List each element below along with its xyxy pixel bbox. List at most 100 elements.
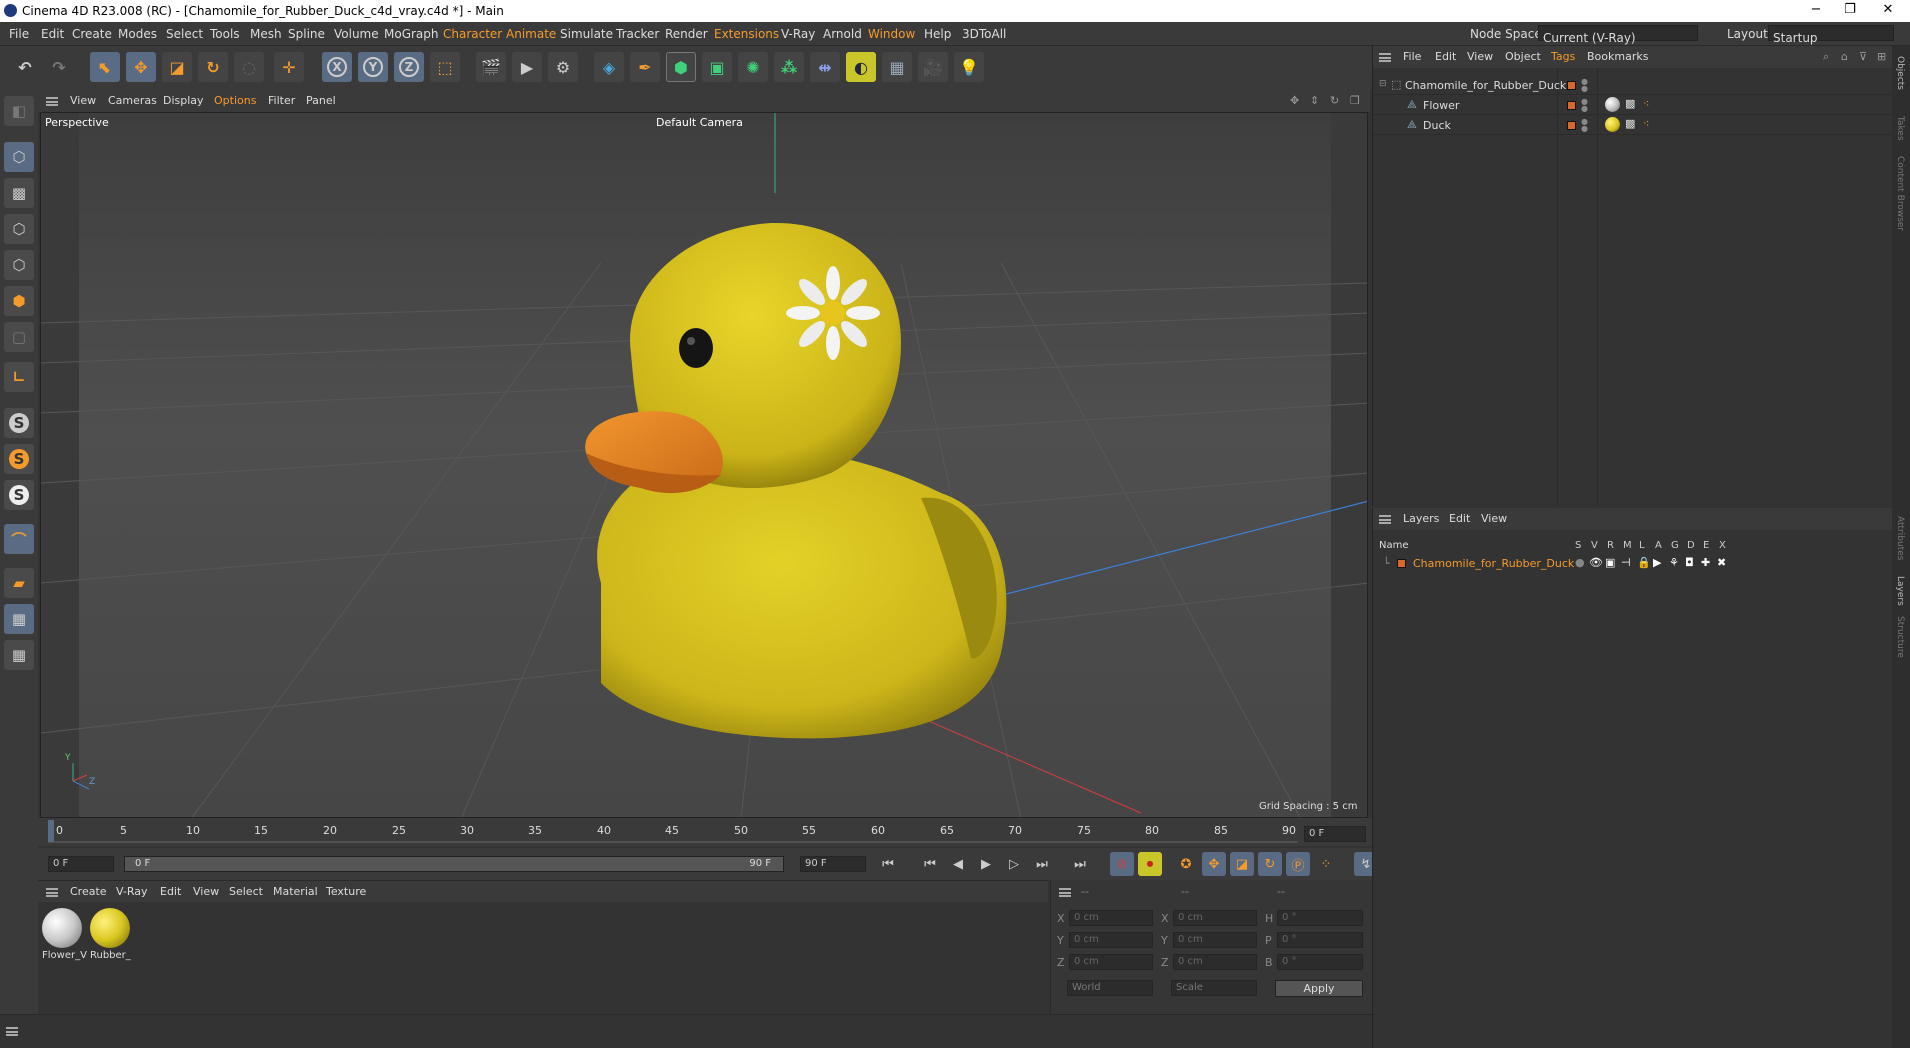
uv-mode-button[interactable]: ▢: [4, 322, 34, 352]
polygons-mode-button[interactable]: ⬢: [4, 286, 34, 316]
menu-extensions[interactable]: Extensions: [714, 27, 779, 41]
close-button[interactable]: ✕: [1880, 2, 1896, 18]
object-name[interactable]: Flower: [1423, 99, 1459, 112]
new-window-icon[interactable]: ⊞: [1877, 50, 1886, 63]
size-mode-dropdown[interactable]: Scale: [1171, 980, 1257, 996]
layers-menu-edit[interactable]: Edit: [1449, 512, 1470, 525]
menu-mesh[interactable]: Mesh: [250, 27, 282, 41]
texture-tag-icon[interactable]: ▩: [1625, 97, 1635, 110]
deformer-button[interactable]: ⇹: [810, 52, 840, 82]
tab-objects[interactable]: Objects: [1895, 56, 1905, 90]
points-mode-button[interactable]: ⬡: [4, 214, 34, 244]
material-item[interactable]: Flower_V: [42, 908, 87, 962]
frame-range-slider[interactable]: 0 F 90 F: [124, 856, 784, 872]
pen-tool-button[interactable]: ✒: [630, 52, 660, 82]
viewport-maximize-icon[interactable]: ❐: [1350, 94, 1360, 107]
camera-button[interactable]: 🎥: [918, 52, 948, 82]
visibility-dots-icon[interactable]: ● ●: [1581, 78, 1588, 93]
coordinate-system-dropdown[interactable]: World: [1067, 980, 1153, 996]
texture-tag-icon[interactable]: ▩: [1625, 117, 1635, 130]
menu-create[interactable]: Create: [72, 27, 112, 41]
workplane-button[interactable]: ▰: [4, 568, 34, 598]
visibility-dots-icon[interactable]: ● ●: [1581, 118, 1588, 133]
subdivision-button[interactable]: ⬢: [666, 52, 696, 82]
position-z-field[interactable]: 0 cm: [1069, 954, 1153, 970]
key-parameter-button[interactable]: Ⓟ: [1286, 852, 1310, 876]
restore-button[interactable]: ❐: [1842, 2, 1858, 18]
cube-object-button[interactable]: ◈: [594, 52, 624, 82]
layer-hamburger-icon[interactable]: [1379, 515, 1391, 524]
tab-structure[interactable]: Structure: [1895, 616, 1905, 658]
menu-modes[interactable]: Modes: [118, 27, 157, 41]
magnet-button[interactable]: ⌒: [4, 524, 34, 554]
menu-arnold[interactable]: Arnold: [823, 27, 862, 41]
size-y-field[interactable]: 0 cm: [1173, 932, 1257, 948]
object-row[interactable]: ⟁ Duck ● ● ▩ ⁖: [1373, 116, 1893, 135]
move-tool-button[interactable]: ✥: [126, 52, 156, 82]
cloner-button[interactable]: ✺: [738, 52, 768, 82]
layer-deformer-icon[interactable]: ◘: [1685, 556, 1694, 569]
object-name[interactable]: Duck: [1423, 119, 1451, 132]
keyframe-selection-button[interactable]: ✪: [1174, 852, 1198, 876]
viewport-menu-cameras[interactable]: Cameras: [108, 94, 157, 107]
objects-menu-tags[interactable]: Tags: [1551, 50, 1575, 63]
undo-button[interactable]: ↶: [10, 52, 40, 82]
menu-mograph[interactable]: MoGraph: [384, 27, 439, 41]
edges-mode-button[interactable]: ⬡: [4, 250, 34, 280]
material-item[interactable]: Rubber_: [90, 908, 134, 962]
extrude-button[interactable]: ▣: [702, 52, 732, 82]
start-frame-field[interactable]: 0 F: [48, 856, 114, 872]
vray-tag-icon[interactable]: ⁖: [1643, 97, 1649, 110]
x-axis-lock-button[interactable]: X: [322, 52, 352, 82]
menu-tracker[interactable]: Tracker: [616, 27, 659, 41]
menu-select[interactable]: Select: [166, 27, 203, 41]
axis-mode-button[interactable]: ∟: [4, 362, 34, 392]
layer-render-icon[interactable]: ▣: [1605, 556, 1615, 569]
menu-spline[interactable]: Spline: [288, 27, 325, 41]
layer-color-swatch[interactable]: [1567, 100, 1576, 113]
tab-layers[interactable]: Layers: [1895, 576, 1905, 606]
snap-button[interactable]: S: [4, 408, 34, 438]
field-button[interactable]: ◐: [846, 52, 876, 82]
layer-color-swatch[interactable]: [1567, 120, 1576, 133]
layer-color-swatch[interactable]: [1397, 558, 1406, 571]
material-tag-icon[interactable]: [1605, 97, 1620, 112]
render-picture-viewer-button[interactable]: ▶: [512, 52, 542, 82]
filter-icon[interactable]: ⊽: [1859, 50, 1867, 63]
render-view-button[interactable]: 🎬: [476, 52, 506, 82]
coords-hamburger-icon[interactable]: [1059, 888, 1071, 897]
material-menu-create[interactable]: Create: [70, 885, 107, 898]
object-row[interactable]: ⟁ Flower ● ● ▩ ⁖: [1373, 96, 1893, 115]
key-position-button[interactable]: ✥: [1202, 852, 1226, 876]
timeline-ruler[interactable]: 0 5 10 15 20 25 30 35 40 45 50 55 60 65 …: [38, 818, 1372, 846]
material-menu-material[interactable]: Material: [273, 885, 318, 898]
viewport-menu-filter[interactable]: Filter: [268, 94, 295, 107]
layout-dropdown[interactable]: Startup: [1768, 25, 1894, 45]
viewport-menu-view[interactable]: View: [70, 94, 96, 107]
visibility-dots-icon[interactable]: ● ●: [1581, 98, 1588, 113]
status-hamburger-icon[interactable]: [6, 1027, 18, 1036]
tab-takes[interactable]: Takes: [1895, 116, 1905, 141]
menu-edit[interactable]: Edit: [41, 27, 64, 41]
tab-content-browser[interactable]: Content Browser: [1895, 156, 1905, 231]
viewport-zoom-icon[interactable]: ⇕: [1310, 94, 1319, 107]
render-settings-button[interactable]: ⚙: [548, 52, 578, 82]
viewport-projection-label[interactable]: Perspective: [45, 116, 109, 129]
next-key-button[interactable]: ⏭: [1030, 852, 1054, 876]
rotation-p-field[interactable]: 0 °: [1277, 932, 1363, 948]
mograph-button[interactable]: ⁂: [774, 52, 804, 82]
rotation-h-field[interactable]: 0 °: [1277, 910, 1363, 926]
objects-menu-object[interactable]: Object: [1505, 50, 1541, 63]
end-frame-field[interactable]: 90 F: [800, 856, 866, 872]
floor-button[interactable]: ▦: [882, 52, 912, 82]
viewport-move-icon[interactable]: ✥: [1290, 94, 1299, 107]
layer-row[interactable]: └ Chamomile_for_Rubber_Duck ● 👁 ▣ ⊣ 🔒 ▶ …: [1373, 554, 1893, 573]
rotation-b-field[interactable]: 0 °: [1277, 954, 1363, 970]
make-editable-button[interactable]: ◧: [4, 96, 34, 126]
current-frame-field[interactable]: 0 F: [1304, 826, 1366, 842]
object-row[interactable]: ⊟ ⬚ Chamomile_for_Rubber_Duck ● ●: [1373, 76, 1893, 95]
minimize-button[interactable]: −: [1808, 2, 1824, 18]
layer-color-swatch[interactable]: [1567, 80, 1576, 93]
objects-menu-file[interactable]: File: [1403, 50, 1421, 63]
select-tool-button[interactable]: ⬉: [90, 52, 120, 82]
